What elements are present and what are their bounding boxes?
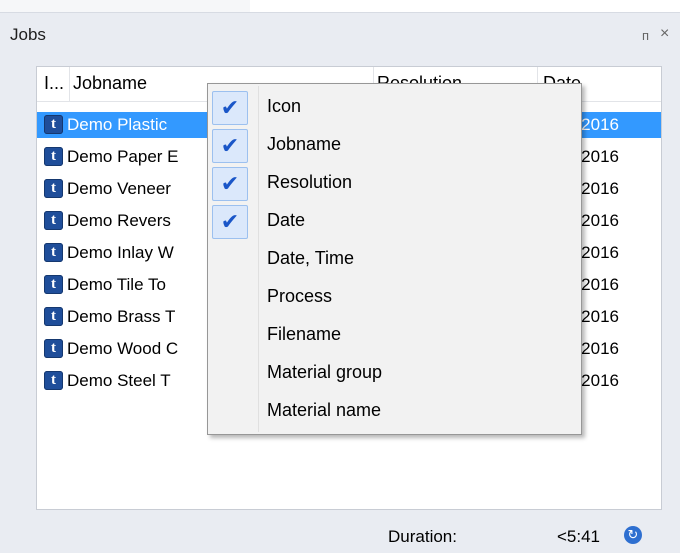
menu-item-label: Material name (267, 400, 382, 420)
menu-item-material-name[interactable]: Material name (208, 392, 581, 430)
menu-item-jobname[interactable]: ✔ Jobname (208, 126, 581, 164)
row-jobname: Demo Inlay W (67, 243, 174, 262)
row-jobname: Demo Brass T (67, 307, 176, 326)
menu-item-icon[interactable]: ✔ Icon (208, 88, 581, 126)
column-header-jobname[interactable]: Jobname (73, 73, 147, 94)
refresh-icon[interactable]: ↻ (624, 526, 642, 544)
row-jobname: Demo Wood C (67, 339, 179, 358)
job-type-icon: t (44, 211, 63, 230)
menu-item-label: Icon (267, 96, 302, 116)
menu-item-label: Material group (267, 362, 383, 382)
check-icon: ✔ (212, 129, 248, 163)
menu-item-filename[interactable]: Filename (208, 316, 581, 354)
menu-item-resolution[interactable]: ✔ Resolution (208, 164, 581, 202)
column-chooser-menu: ✔ Icon ✔ Jobname ✔ Resolution ✔ Date Dat… (207, 83, 582, 435)
row-jobname: Demo Veneer (67, 179, 171, 198)
row-jobname: Demo Tile To (67, 275, 166, 294)
menu-item-material-group[interactable]: Material group (208, 354, 581, 392)
job-type-icon: t (44, 275, 63, 294)
check-icon: ✔ (212, 91, 248, 125)
job-type-icon: t (44, 371, 63, 390)
menu-item-label: Date, Time (267, 248, 355, 268)
close-icon[interactable]: × (660, 25, 669, 43)
status-bar: Duration: <5:41 ↻ (0, 520, 680, 553)
top-strip (0, 0, 680, 13)
menu-item-label: Filename (267, 324, 342, 344)
menu-item-label: Date (267, 210, 306, 230)
row-jobname: Demo Plastic (67, 115, 168, 134)
row-jobname: Demo Paper E (67, 147, 179, 166)
job-type-icon: t (44, 243, 63, 262)
jobs-panel-header: Jobs ᴨ × (0, 12, 680, 57)
check-icon: ✔ (212, 167, 248, 201)
job-type-icon: t (44, 339, 63, 358)
job-type-icon: t (44, 115, 63, 134)
panel-title: Jobs (10, 25, 46, 44)
column-separator[interactable] (69, 67, 70, 101)
menu-item-label: Jobname (267, 134, 342, 154)
menu-item-label: Process (267, 286, 333, 306)
job-type-icon: t (44, 147, 63, 166)
job-type-icon: t (44, 307, 63, 326)
pin-icon[interactable]: ᴨ (642, 28, 649, 43)
menu-item-date-time[interactable]: Date, Time (208, 240, 581, 278)
row-jobname: Demo Revers (67, 211, 171, 230)
duration-label: Duration: (388, 527, 457, 546)
menu-item-date[interactable]: ✔ Date (208, 202, 581, 240)
column-header-icon[interactable]: I... (44, 73, 64, 94)
menu-item-label: Resolution (267, 172, 353, 192)
check-icon: ✔ (212, 205, 248, 239)
menu-item-process[interactable]: Process (208, 278, 581, 316)
row-jobname: Demo Steel T (67, 371, 171, 390)
duration-value: <5:41 (557, 527, 601, 546)
job-type-icon: t (44, 179, 63, 198)
